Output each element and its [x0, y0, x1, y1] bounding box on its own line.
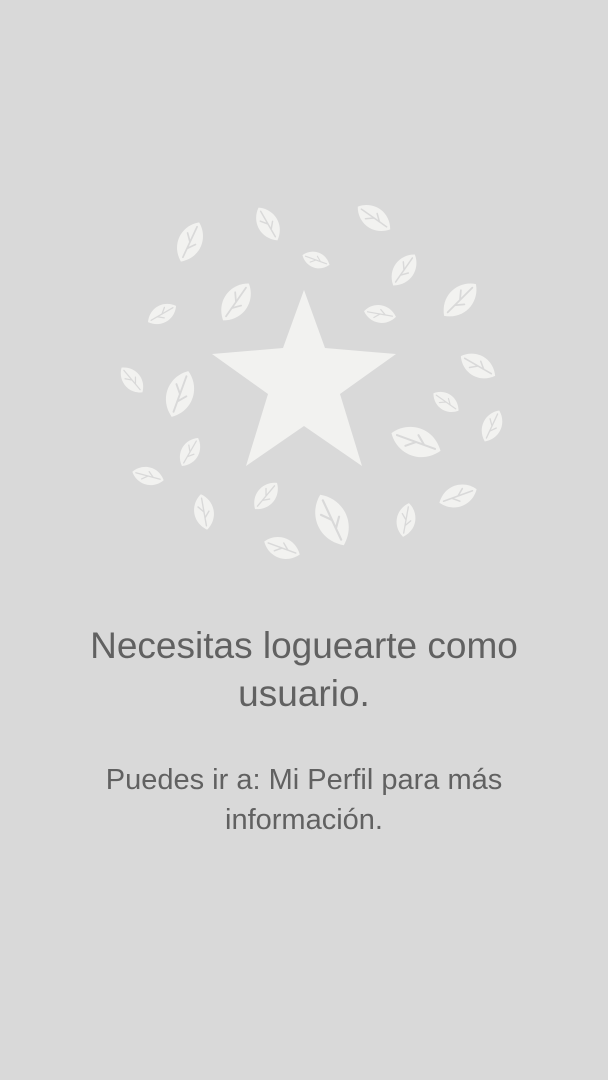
leaf-shape — [361, 301, 399, 327]
leaf-shape — [454, 346, 502, 386]
leaf-shape — [114, 361, 150, 399]
star-with-leaves-icon — [114, 197, 504, 565]
leaf-shape — [475, 405, 504, 447]
leaf-shape — [428, 385, 464, 419]
profile-hint-text: Puedes ir a: Mi Perfil para más informac… — [105, 764, 503, 836]
leaf-shape — [129, 462, 167, 490]
leaf-shape — [173, 432, 207, 472]
leaf-shape — [434, 478, 482, 514]
login-required-title: Necesitas loguearte como usuario. — [90, 625, 518, 714]
leaf-shape — [350, 197, 398, 239]
leaf-shape — [247, 476, 285, 516]
leaf-shape — [169, 216, 211, 268]
leaf-shape — [393, 500, 419, 540]
leaf-shape — [190, 491, 218, 533]
leaf-shape — [385, 418, 447, 466]
leaf-shape — [142, 297, 182, 331]
empty-state-message: Necesitas loguearte como usuario. Puedes… — [40, 622, 568, 840]
leaf-shape — [384, 247, 424, 293]
leaf-shape — [259, 531, 305, 565]
leaf-shape — [305, 487, 359, 553]
leaf-shape — [434, 274, 486, 326]
empty-state-illustration — [104, 190, 504, 580]
leaf-shape — [248, 201, 288, 247]
leaf-shape — [212, 275, 260, 329]
leaf-shape — [158, 365, 202, 423]
leaf-shape — [299, 247, 333, 273]
